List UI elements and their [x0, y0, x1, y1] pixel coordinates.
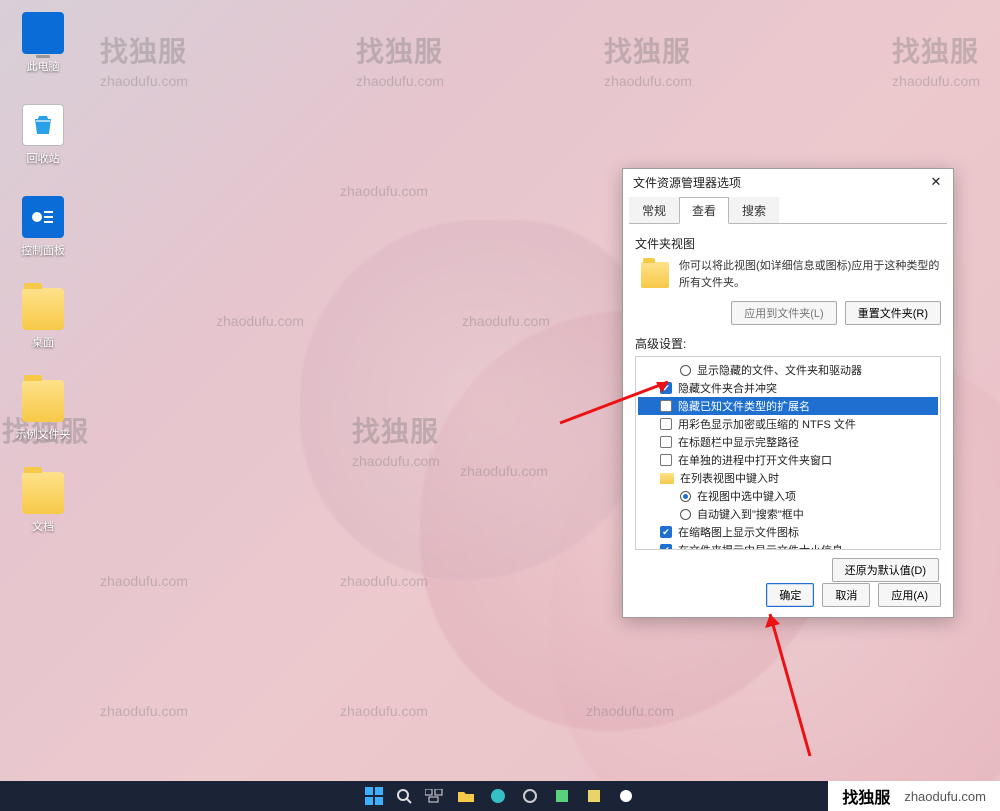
watermark-url: zhaodufu.com [100, 73, 188, 89]
close-button[interactable]: ✕ [927, 173, 945, 191]
edge-icon[interactable] [485, 785, 511, 807]
tree-item[interactable]: 在列表视图中键入时 [638, 469, 938, 487]
checkbox-icon[interactable] [660, 418, 672, 430]
dialog-tabs: 常规 查看 搜索 [623, 193, 953, 224]
recyclebin-icon [22, 104, 64, 146]
desktop-icon-label: 示例文件夹 [16, 429, 71, 441]
checkbox-icon[interactable] [660, 544, 672, 550]
desktop-icon-label: 桌面 [32, 337, 54, 349]
desktop-icon-pc[interactable]: 此电脑 [8, 12, 78, 74]
desktop-icon-folder-example[interactable]: 示例文件夹 [8, 380, 78, 442]
folder-view-group: 文件夹视图 你可以将此视图(如详细信息或图标)应用于这种类型的所有文件夹。 应用… [635, 235, 941, 325]
apply-to-folders-button[interactable]: 应用到文件夹(L) [731, 301, 836, 325]
watermark-url: zhaodufu.com [892, 73, 980, 89]
apply-button[interactable]: 应用(A) [878, 583, 941, 607]
desktop-icon-folder-desktop[interactable]: 桌面 [8, 288, 78, 350]
watermark-url: zhaodufu.com [100, 703, 188, 719]
brand-url: zhaodufu.com [904, 789, 986, 804]
checkbox-icon[interactable] [660, 400, 672, 412]
checkbox-icon[interactable] [660, 382, 672, 394]
desktop-icon-controlpanel[interactable]: 控制面板 [8, 196, 78, 258]
watermark-url: zhaodufu.com [356, 73, 444, 89]
watermark-text: 找独服 [100, 36, 187, 67]
tree-item[interactable]: 自动键入到"搜索"框中 [638, 505, 938, 523]
watermark-url: zhaodufu.com [604, 73, 692, 89]
tree-item[interactable]: 用彩色显示加密或压缩的 NTFS 文件 [638, 415, 938, 433]
app-icon[interactable] [549, 785, 575, 807]
desktop-icon-label: 控制面板 [21, 245, 65, 257]
restore-defaults-button[interactable]: 还原为默认值(D) [832, 558, 939, 582]
tree-item[interactable]: 在缩略图上显示文件图标 [638, 523, 938, 541]
explorer-icon[interactable] [453, 785, 479, 807]
folder-view-title: 文件夹视图 [635, 235, 941, 252]
desktop-icon-label: 文档 [32, 521, 54, 533]
start-button[interactable] [361, 785, 387, 807]
tree-item[interactable]: 隐藏文件夹合并冲突 [638, 379, 938, 397]
folder-view-desc: 你可以将此视图(如详细信息或图标)应用于这种类型的所有文件夹。 [679, 258, 941, 291]
tree-item[interactable]: 显示隐藏的文件、文件夹和驱动器 [638, 361, 938, 379]
pc-icon [22, 12, 64, 54]
tree-item-hide-extensions[interactable]: 隐藏已知文件类型的扩展名 [638, 397, 938, 415]
taskview-icon[interactable] [421, 785, 447, 807]
watermark-url: zhaodufu.com [216, 313, 304, 329]
dialog-title: 文件资源管理器选项 [633, 174, 741, 191]
tree-item[interactable]: 在标题栏中显示完整路径 [638, 433, 938, 451]
settings-icon[interactable] [517, 785, 543, 807]
desktop-icon-label: 此电脑 [27, 61, 60, 73]
tab-general[interactable]: 常规 [629, 197, 679, 224]
tree-item[interactable]: 在文件夹提示中显示文件大小信息 [638, 541, 938, 550]
folder-icon [641, 262, 669, 288]
tab-search[interactable]: 搜索 [729, 197, 779, 224]
taskbar-brand-overlay: 找独服 zhaodufu.com [828, 781, 1000, 811]
checkbox-icon[interactable] [660, 454, 672, 466]
watermark-text: 找独服 [604, 36, 691, 67]
app-icon[interactable] [613, 785, 639, 807]
watermark-url: zhaodufu.com [100, 573, 188, 589]
desktop-icon-label: 回收站 [27, 153, 60, 165]
controlpanel-icon [22, 196, 64, 238]
app-icon[interactable] [581, 785, 607, 807]
advanced-settings-label: 高级设置: [635, 337, 686, 351]
folder-icon [22, 472, 64, 514]
desktop-icon-folder-documents[interactable]: 文档 [8, 472, 78, 534]
desktop-icon-recyclebin[interactable]: 回收站 [8, 104, 78, 166]
folder-icon [22, 288, 64, 330]
tree-item[interactable]: 在单独的进程中打开文件夹窗口 [638, 451, 938, 469]
radio-icon[interactable] [680, 509, 691, 520]
advanced-settings-tree[interactable]: 显示隐藏的文件、文件夹和驱动器 隐藏文件夹合并冲突 隐藏已知文件类型的扩展名 用… [635, 356, 941, 550]
checkbox-icon[interactable] [660, 436, 672, 448]
radio-icon[interactable] [680, 491, 691, 502]
watermark-url: zhaodufu.com [340, 703, 428, 719]
watermark-url: zhaodufu.com [340, 183, 428, 199]
folder-options-dialog: 文件资源管理器选项 ✕ 常规 查看 搜索 文件夹视图 你可以将此视图(如详细信息… [622, 168, 954, 618]
ok-button[interactable]: 确定 [766, 583, 814, 607]
checkbox-icon[interactable] [660, 526, 672, 538]
search-icon[interactable] [393, 785, 415, 807]
tab-view[interactable]: 查看 [679, 197, 729, 224]
reset-folders-button[interactable]: 重置文件夹(R) [845, 301, 941, 325]
folder-icon [660, 473, 674, 484]
brand-text: 找独服 [842, 784, 890, 808]
folder-icon [22, 380, 64, 422]
watermark-url: zhaodufu.com [340, 573, 428, 589]
watermark-text: 找独服 [892, 36, 979, 67]
cancel-button[interactable]: 取消 [822, 583, 870, 607]
tree-item[interactable]: 在视图中选中键入项 [638, 487, 938, 505]
radio-icon [680, 365, 691, 376]
watermark-text: 找独服 [356, 36, 443, 67]
